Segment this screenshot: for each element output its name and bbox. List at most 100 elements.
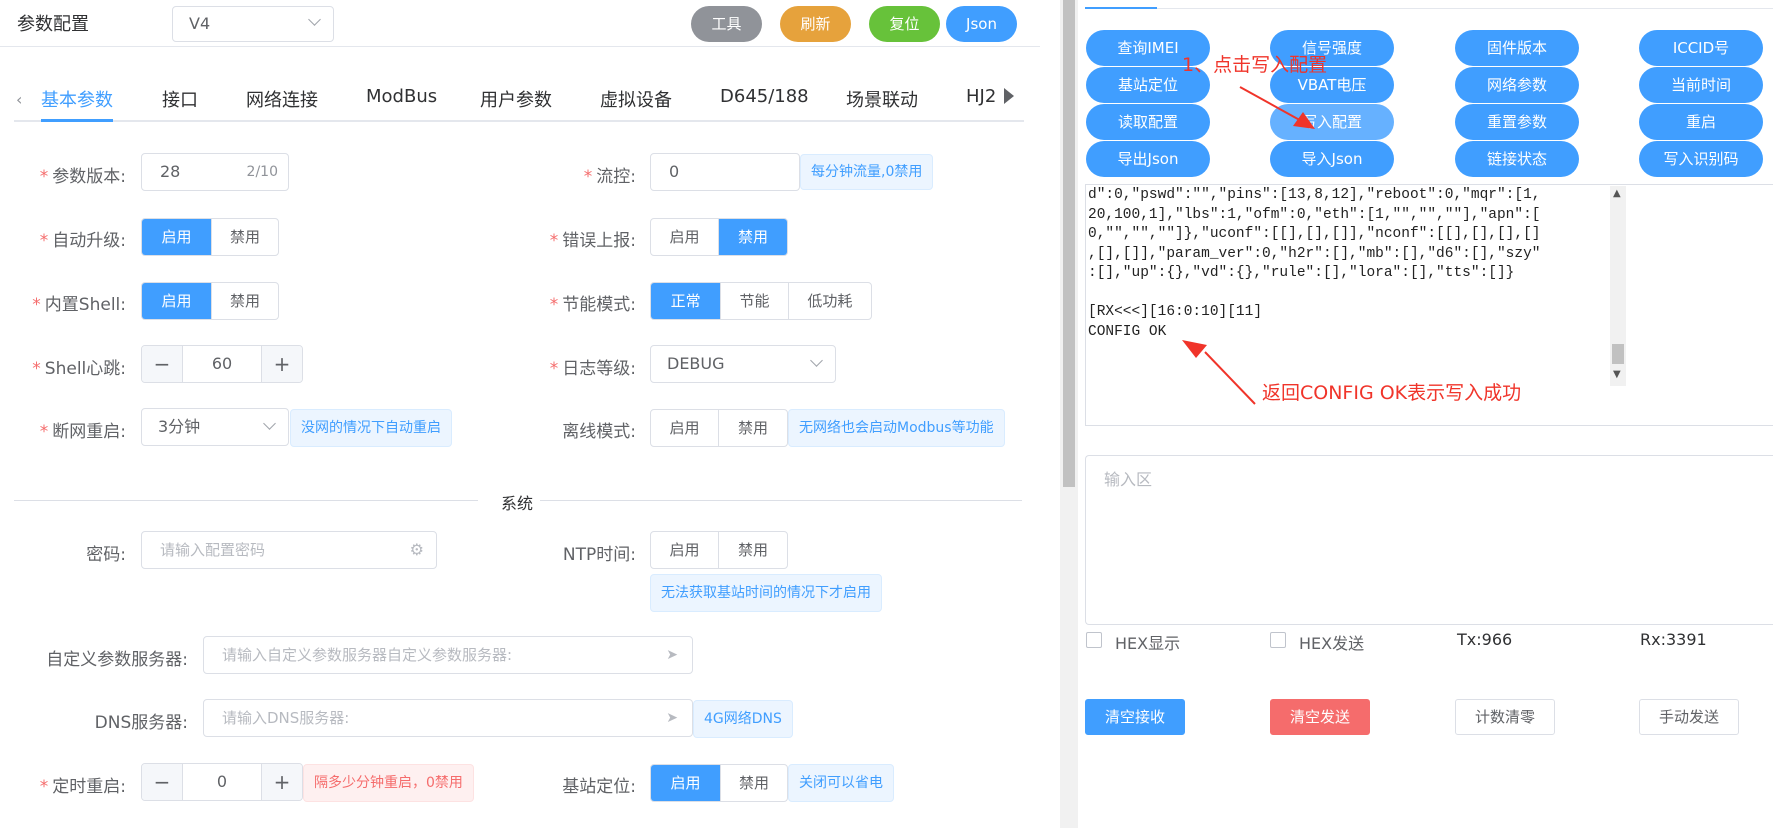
chevron-down-icon [263, 417, 276, 430]
offline-mode-disable[interactable]: 禁用 [718, 410, 787, 446]
net-reboot-label: 断网重启: [52, 422, 126, 442]
dns-placeholder: 请输入DNS服务器: [222, 709, 350, 727]
param-version-counter: 2/10 [246, 164, 278, 180]
dns-hint: 4G网络DNS [693, 700, 793, 738]
tools-button[interactable]: 工具 [691, 6, 762, 42]
manual-send-button[interactable]: 手动发送 [1639, 699, 1739, 735]
offline-mode-toggle: 启用 禁用 [650, 409, 788, 447]
param-version-input[interactable]: 28 2/10 [141, 153, 289, 191]
custom-server-placeholder: 请输入自定义参数服务器自定义参数服务器: [222, 646, 513, 664]
param-version-value: 28 [160, 162, 181, 181]
flow-control-input[interactable]: 0 [650, 153, 800, 191]
gear-icon[interactable]: ⚙ [410, 532, 424, 568]
power-mode-saving[interactable]: 节能 [720, 283, 787, 319]
tab-user-params[interactable]: 用户参数 [480, 86, 552, 112]
clear-receive-button[interactable]: 清空接收 [1085, 699, 1185, 735]
password-input[interactable]: 请输入配置密码 ⚙ [141, 531, 437, 569]
timed-reboot-minus-button[interactable]: − [142, 764, 182, 800]
builtin-shell-enable[interactable]: 启用 [142, 283, 211, 319]
clear-send-button[interactable]: 清空发送 [1270, 699, 1370, 735]
lbs-toggle: 启用 禁用 [650, 764, 788, 802]
tab-virtual-device[interactable]: 虚拟设备 [600, 86, 672, 112]
power-mode-label: 节能模式: [562, 295, 636, 315]
timed-reboot-hint: 隔多少分钟重启，0禁用 [303, 764, 474, 802]
heartbeat-minus-button[interactable]: − [142, 346, 182, 382]
flow-control-hint: 每分钟流量,0禁用 [800, 154, 934, 190]
tab-hj2[interactable]: HJ2 [966, 86, 996, 107]
tab-scroll-right-icon[interactable] [1004, 88, 1014, 104]
lbs-disable[interactable]: 禁用 [719, 765, 787, 801]
error-report-label: 错误上报: [562, 231, 636, 251]
header-divider [0, 46, 1040, 47]
offline-mode-label: 离线模式: [562, 422, 636, 442]
offline-mode-enable[interactable]: 启用 [651, 410, 718, 446]
config-panel: 参数配置 V4 工具 刷新 复位 Json ‹ 基本参数 接口 网络连接 Mod… [0, 0, 1040, 828]
custom-server-input[interactable]: 请输入自定义参数服务器自定义参数服务器: ➤ [203, 636, 693, 674]
hex-display-label: HEX显示 [1115, 634, 1181, 653]
custom-server-label: 自定义参数服务器: [46, 650, 188, 670]
net-reboot-hint: 没网的情况下自动重启 [290, 409, 452, 447]
ntp-toggle: 启用 禁用 [650, 531, 788, 569]
hex-send-label: HEX发送 [1299, 634, 1365, 653]
arrow-head-2 [1182, 340, 1207, 358]
section-divider-left [14, 500, 478, 501]
send-icon[interactable]: ➤ [666, 700, 678, 736]
refresh-button[interactable]: 刷新 [780, 6, 851, 42]
log-level-select[interactable]: DEBUG [650, 345, 836, 383]
active-tab-indicator [41, 119, 113, 122]
arrow-line-1 [1239, 86, 1306, 124]
timed-reboot-label: 定时重启: [52, 777, 126, 797]
log-level-value: DEBUG [667, 354, 725, 373]
heartbeat-value[interactable]: 60 [182, 346, 262, 382]
power-mode-normal[interactable]: 正常 [651, 283, 721, 319]
builtin-shell-toggle: 启用 禁用 [141, 282, 279, 320]
ntp-disable[interactable]: 禁用 [718, 532, 787, 568]
auto-upgrade-disable[interactable]: 禁用 [210, 219, 278, 255]
tab-scene[interactable]: 场景联动 [846, 86, 918, 112]
lbs-hint: 关闭可以省电 [788, 764, 894, 802]
builtin-shell-disable[interactable]: 禁用 [210, 283, 278, 319]
hex-send-checkbox[interactable] [1270, 632, 1286, 648]
scrollbar-thumb[interactable] [1063, 0, 1075, 487]
error-report-enable[interactable]: 启用 [651, 219, 718, 255]
reset-count-button[interactable]: 计数清零 [1455, 699, 1555, 735]
json-button[interactable]: Json [946, 6, 1017, 42]
reset-button[interactable]: 复位 [869, 6, 940, 42]
auto-upgrade-enable[interactable]: 启用 [142, 219, 211, 255]
tab-d645[interactable]: D645/188 [720, 86, 809, 107]
builtin-shell-label: 内置Shell: [44, 295, 126, 315]
chevron-down-icon [810, 354, 823, 367]
offline-mode-hint: 无网络也会启动Modbus等功能 [788, 409, 1005, 447]
tab-scroll-left-icon[interactable]: ‹ [16, 90, 22, 109]
serial-panel: 查询IMEI 信号强度 固件版本 ICCID号 基站定位 VBAT电压 网络参数 当前时间 读取… [1080, 0, 1773, 828]
section-divider-right [540, 500, 1022, 501]
shell-heartbeat-label: Shell心跳: [44, 359, 126, 379]
error-report-disable[interactable]: 禁用 [718, 219, 787, 255]
tx-count: Tx:966 [1457, 630, 1513, 649]
ntp-enable[interactable]: 启用 [651, 532, 718, 568]
heartbeat-plus-button[interactable]: + [262, 346, 302, 382]
lbs-enable[interactable]: 启用 [651, 765, 720, 801]
tab-interface[interactable]: 接口 [162, 86, 198, 112]
section-system-title: 系统 [501, 494, 534, 513]
tab-network[interactable]: 网络连接 [246, 86, 318, 112]
lbs-label: 基站定位: [562, 777, 636, 797]
auto-upgrade-label: 自动升级: [52, 231, 126, 251]
send-input-placeholder: 输入区 [1104, 470, 1153, 489]
timed-reboot-value[interactable]: 0 [182, 764, 262, 800]
send-input[interactable]: 输入区 [1085, 455, 1773, 625]
tab-basic[interactable]: 基本参数 [41, 86, 113, 112]
version-select[interactable]: V4 [172, 6, 334, 42]
error-report-toggle: 启用 禁用 [650, 218, 788, 256]
version-select-value: V4 [189, 14, 211, 33]
dns-input[interactable]: 请输入DNS服务器: ➤ [203, 699, 693, 737]
send-icon[interactable]: ➤ [666, 637, 678, 673]
arrow-line-2 [1204, 351, 1256, 405]
timed-reboot-plus-button[interactable]: + [262, 764, 302, 800]
flow-control-label: 流控: [596, 167, 636, 187]
tab-modbus[interactable]: ModBus [366, 86, 437, 107]
power-mode-low[interactable]: 低功耗 [787, 283, 871, 319]
net-reboot-select[interactable]: 3分钟 [141, 408, 289, 446]
dns-label: DNS服务器: [94, 713, 188, 733]
hex-display-checkbox[interactable] [1086, 632, 1102, 648]
